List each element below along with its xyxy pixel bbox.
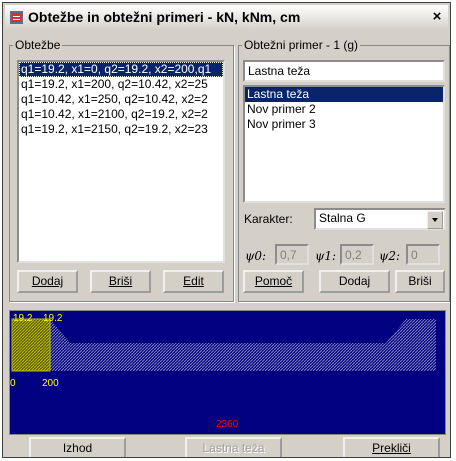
list-item[interactable]: q1=10.42, x1=250, q2=10.42, x2=2: [19, 92, 223, 107]
psi2-label: ψ2:: [379, 249, 401, 263]
app-icon: [10, 11, 23, 24]
load-diagram[interactable]: 19.2 19.2 0 200 2360: [9, 310, 446, 435]
psi2-input[interactable]: [406, 244, 440, 265]
character-select[interactable]: Stalna G: [314, 208, 446, 230]
case-button[interactable]: Lastna teža: [185, 437, 282, 457]
list-item[interactable]: q1=10.42, x1=2100, q2=19.2, x2=2: [19, 107, 223, 122]
list-item[interactable]: q1=19.2, x1=2150, q2=19.2, x2=23: [19, 122, 223, 137]
load-segment-5: [406, 319, 436, 371]
load-segment-2: [50, 319, 70, 371]
dialog-window: Obtežbe in obtežni primeri - kN, kNm, cm…: [2, 2, 451, 458]
load-diagram-svg: [11, 318, 436, 372]
cases-listbox[interactable]: Lastna teža Nov primer 2 Nov primer 3: [243, 85, 445, 203]
x-200-label: 200: [42, 378, 59, 389]
list-item[interactable]: q1=19.2, x1=200, q2=10.42, x2=25: [19, 77, 223, 92]
character-label: Karakter:: [244, 212, 293, 226]
loads-add-button[interactable]: Dodaj: [17, 270, 78, 293]
cancel-label: Prekliči: [372, 441, 411, 455]
psi0-label: ψ0:: [245, 249, 267, 263]
load-segment-3: [70, 343, 386, 371]
load-segment-1-selected: [11, 318, 51, 372]
loads-add-label: Dodaj: [31, 274, 64, 288]
loads-delete-label: Briši: [108, 274, 133, 288]
loads-listbox[interactable]: q1=19.2, x1=0, q2=19.2, x2=200,q1 q1=19.…: [17, 60, 225, 263]
help-button[interactable]: Pomoč: [243, 270, 304, 293]
cases-add-button[interactable]: Dodaj: [319, 270, 390, 293]
help-label: Pomoč: [254, 274, 293, 288]
psi1-label: ψ1:: [315, 249, 337, 263]
list-item[interactable]: Nov primer 3: [245, 117, 443, 132]
close-button[interactable]: ×: [430, 8, 444, 25]
cases-delete-label: Briši: [408, 274, 432, 288]
window-title: Obtežbe in obtežni primeri - kN, kNm, cm: [28, 9, 301, 25]
cancel-button[interactable]: Prekliči: [343, 437, 440, 457]
load-value-right: 19.2: [43, 313, 63, 324]
loads-group-label: Obtežbe: [15, 38, 61, 52]
cases-delete-button[interactable]: Briši: [395, 270, 445, 293]
load-value-left: 19.2: [13, 313, 33, 324]
x-start-label: 0: [10, 378, 16, 389]
close-icon: ×: [432, 8, 442, 25]
list-item[interactable]: Nov primer 2: [245, 102, 443, 117]
load-segment-4: [386, 319, 406, 371]
list-item[interactable]: Lastna teža: [245, 87, 443, 102]
loads-edit-button[interactable]: Edit: [163, 270, 224, 293]
loads-delete-button[interactable]: Briši: [90, 270, 151, 293]
cases-add-label: Dodaj: [338, 274, 371, 288]
psi0-input[interactable]: [275, 244, 309, 265]
case-name-input[interactable]: [243, 60, 445, 82]
list-item[interactable]: q1=19.2, x1=0, q2=19.2, x2=200,q1: [19, 62, 223, 77]
exit-button[interactable]: Izhod: [29, 437, 126, 457]
exit-label: Izhod: [62, 441, 93, 455]
case-label: Lastna teža: [202, 441, 265, 455]
character-value: Stalna G: [319, 211, 366, 225]
load-case-group-label: Obtežni primer - 1 (g): [244, 38, 359, 52]
dropdown-button[interactable]: [427, 211, 443, 229]
psi1-input[interactable]: [340, 244, 374, 265]
total-length-label: 2360: [216, 419, 239, 430]
title-bar[interactable]: Obtežbe in obtežni primeri - kN, kNm, cm…: [5, 5, 448, 30]
loads-edit-label: Edit: [183, 274, 204, 288]
chevron-down-icon: [432, 218, 438, 222]
